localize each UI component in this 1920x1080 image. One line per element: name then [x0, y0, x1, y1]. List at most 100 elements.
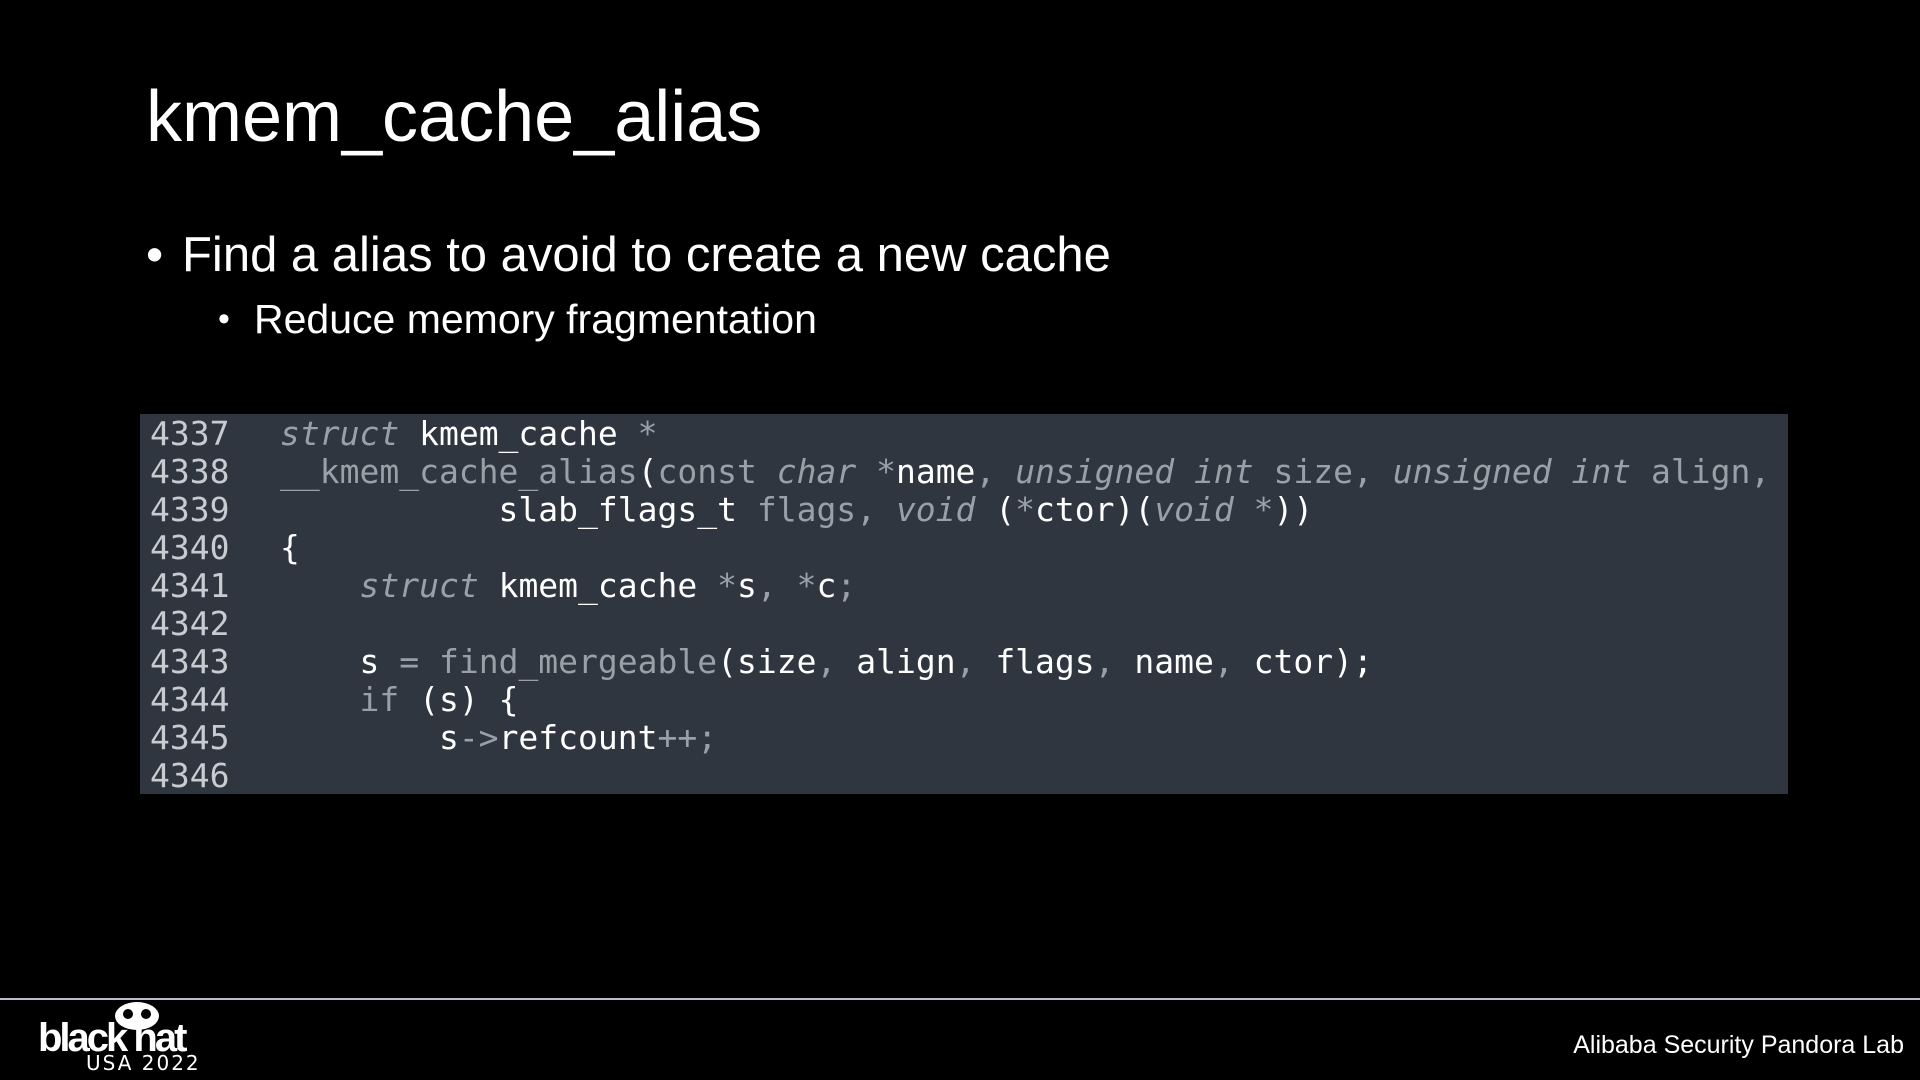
- code-line: 4340 {: [140, 529, 1788, 567]
- code-token: int: [1194, 452, 1254, 491]
- code-token: ctor)(: [1035, 490, 1155, 529]
- code-line: 4337 struct kmem_cache *: [140, 415, 1788, 453]
- code-token: struct: [280, 414, 400, 453]
- line-number: 4338: [150, 452, 230, 491]
- line-number: 4344: [150, 680, 230, 719]
- code-token: *: [876, 452, 896, 491]
- code-token: *: [637, 414, 658, 453]
- code-token: kmem_cache: [478, 566, 718, 605]
- code-token: const: [657, 452, 757, 491]
- code-token: )): [1273, 490, 1314, 529]
- code-token: {: [280, 528, 300, 567]
- code-token: (: [975, 490, 1016, 529]
- code-token: flags: [736, 490, 857, 529]
- code-line: 4341 struct kmem_cache *s, *c;: [140, 567, 1788, 605]
- code-token: (s) {: [399, 680, 519, 719]
- code-token: name: [895, 452, 976, 491]
- code-token: c: [816, 566, 837, 605]
- code-token: struct: [359, 566, 479, 605]
- code-text: s->refcount++;: [280, 719, 717, 757]
- code-text: s = find_mergeable(size, align, flags, n…: [280, 642, 1373, 681]
- code-token: if: [359, 680, 400, 719]
- line-number: 4341: [150, 566, 230, 605]
- bullet-level-1: Find a alias to avoid to create a new ca…: [146, 222, 1111, 288]
- footer-credit: Alibaba Security Pandora Lab: [1573, 1031, 1904, 1059]
- code-token: size: [1253, 452, 1353, 491]
- code-token: ,: [756, 566, 797, 605]
- code-token: ,: [1094, 642, 1135, 681]
- code-token: s: [280, 718, 459, 757]
- code-token: *: [1015, 490, 1036, 529]
- line-number: 4339: [150, 490, 230, 529]
- code-token: flags: [995, 642, 1095, 681]
- line-number: 4337: [150, 414, 230, 453]
- code-text: __kmem_cache_alias(const char *name, uns…: [280, 453, 1770, 491]
- code-token: (: [637, 452, 658, 491]
- code-line: 4346: [140, 756, 1788, 795]
- code-token: ->: [458, 718, 499, 757]
- code-token: ,: [1352, 452, 1393, 491]
- code-token: ,: [955, 642, 996, 681]
- code-token: ,: [1750, 452, 1771, 491]
- code-token: ;: [836, 566, 857, 605]
- code-text: slab_flags_t flags, void (*ctor)(void *)…: [280, 490, 1314, 529]
- code-token: s: [280, 642, 400, 681]
- code-token: __kmem_cache_alias: [280, 452, 638, 491]
- code-token: *: [1253, 490, 1274, 529]
- code-token: s: [737, 566, 757, 605]
- code-line: 4345 s->refcount++;: [140, 719, 1788, 757]
- code-token: int: [1571, 452, 1632, 491]
- code-line: 4338 __kmem_cache_alias(const char *name,…: [140, 453, 1788, 491]
- code-text: struct kmem_cache *: [280, 415, 658, 453]
- code-token: kmem_cache: [399, 414, 638, 453]
- footer-divider: [0, 998, 1920, 1000]
- code-token: ,: [975, 452, 1016, 491]
- code-line: 4343 s = find_mergeable(size, align, fla…: [140, 643, 1788, 681]
- logo-event: USA 2022: [86, 1051, 201, 1075]
- bullet-level-2: Reduce memory fragmentation: [218, 290, 1111, 348]
- code-token: char: [776, 452, 857, 491]
- code-token: unsigned: [1015, 452, 1175, 491]
- code-token: name: [1134, 642, 1214, 681]
- line-number: 4345: [150, 718, 230, 757]
- code-token: ,: [856, 490, 896, 529]
- line-number: 4343: [150, 642, 230, 681]
- code-token: void: [895, 490, 976, 529]
- bullet-list: Find a alias to avoid to create a new ca…: [146, 222, 1111, 348]
- code-token: unsigned: [1392, 452, 1552, 491]
- code-token: slab_flags_t: [280, 490, 737, 529]
- line-number: 4346: [150, 756, 230, 795]
- code-token: ,: [816, 642, 857, 681]
- code-text: struct kmem_cache *s, *c;: [280, 567, 856, 605]
- code-token: align: [1631, 452, 1751, 491]
- code-token: align: [856, 642, 956, 681]
- blackhat-logo: black hat USA 2022: [38, 990, 228, 1075]
- line-number: 4340: [150, 528, 230, 567]
- slide-title: kmem_cache_alias: [146, 77, 763, 157]
- code-token: void: [1154, 490, 1234, 529]
- code-token: ctor);: [1253, 642, 1373, 681]
- code-token: (size: [717, 642, 817, 681]
- code-line: 4339 slab_flags_t flags, void (*ctor)(vo…: [140, 491, 1788, 529]
- code-line: 4342: [140, 605, 1788, 643]
- code-token: refcount: [498, 718, 658, 757]
- code-listing: 4337 struct kmem_cache * 4338 __kmem_cache_…: [140, 414, 1788, 794]
- code-token: *: [717, 566, 737, 605]
- code-text: if (s) {: [280, 681, 518, 719]
- line-number: 4342: [150, 604, 230, 643]
- code-token: =: [399, 642, 420, 681]
- code-text: {: [280, 529, 300, 567]
- code-token: ,: [1213, 642, 1254, 681]
- code-token: ++;: [657, 718, 718, 757]
- code-line: 4344 if (s) {: [140, 681, 1788, 719]
- code-token: find_mergeable: [438, 642, 718, 681]
- code-token: *: [796, 566, 817, 605]
